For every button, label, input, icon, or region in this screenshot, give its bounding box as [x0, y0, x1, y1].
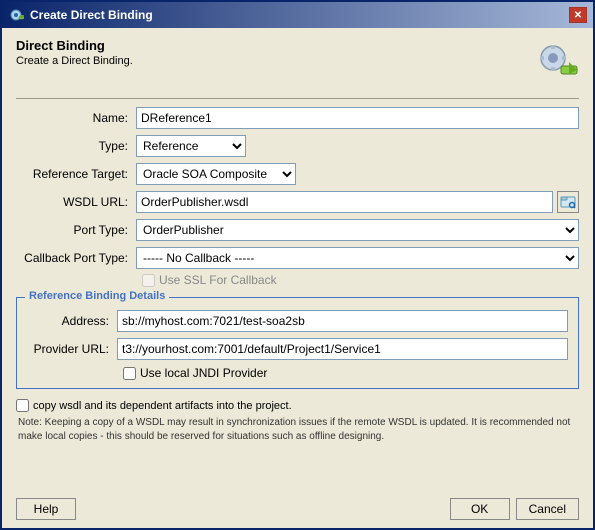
cancel-button[interactable]: Cancel: [516, 498, 579, 520]
ok-cancel-group: OK Cancel: [450, 498, 579, 520]
jndi-row: Use local JNDI Provider: [119, 366, 568, 380]
wsdl-url-row: [136, 191, 579, 213]
address-label: Address:: [27, 314, 117, 328]
port-type-select[interactable]: OrderPublisher: [136, 219, 579, 241]
header-row: Direct Binding Create a Direct Binding.: [16, 38, 579, 86]
browse-icon: [560, 194, 576, 210]
address-input[interactable]: [117, 310, 568, 332]
button-bar: Help OK Cancel: [2, 492, 593, 528]
jndi-checkbox[interactable]: [123, 367, 136, 380]
main-window: Create Direct Binding ✕ Direct Binding C…: [0, 0, 595, 530]
name-input[interactable]: [136, 107, 579, 129]
name-label: Name:: [16, 111, 136, 125]
header-text: Direct Binding Create a Direct Binding.: [16, 38, 133, 77]
type-select[interactable]: Reference Service: [136, 135, 246, 157]
titlebar-left: Create Direct Binding: [8, 7, 153, 23]
ref-target-row: Oracle SOA Composite: [136, 163, 579, 185]
wsdl-url-input[interactable]: [136, 191, 553, 213]
type-label: Type:: [16, 139, 136, 153]
use-ssl-label: Use SSL For Callback: [159, 273, 277, 287]
help-button[interactable]: Help: [16, 498, 76, 520]
ok-button[interactable]: OK: [450, 498, 510, 520]
copy-label: copy wsdl and its dependent artifacts in…: [33, 400, 292, 412]
form-grid: Name: Type: Reference Service Reference …: [16, 107, 579, 269]
wsdl-browse-button[interactable]: [557, 191, 579, 213]
type-row: Reference Service: [136, 135, 579, 157]
content-area: Direct Binding Create a Direct Binding. …: [2, 28, 593, 492]
ssl-row: Use SSL For Callback: [138, 273, 579, 287]
header-icon: [531, 38, 579, 86]
use-ssl-checkbox[interactable]: [142, 274, 155, 287]
copy-section: copy wsdl and its dependent artifacts in…: [16, 399, 579, 444]
section-desc: Create a Direct Binding.: [16, 55, 133, 67]
close-button[interactable]: ✕: [569, 7, 587, 23]
reference-binding-group: Reference Binding Details Address: Provi…: [16, 297, 579, 389]
copy-checkbox[interactable]: [16, 399, 29, 412]
copy-row: copy wsdl and its dependent artifacts in…: [16, 399, 579, 412]
window-icon: [8, 7, 24, 23]
group-form: Address: Provider URL:: [27, 310, 568, 360]
jndi-label: Use local JNDI Provider: [140, 366, 267, 380]
divider-top: [16, 98, 579, 99]
titlebar: Create Direct Binding ✕: [2, 2, 593, 28]
group-title: Reference Binding Details: [25, 290, 169, 302]
ref-target-label: Reference Target:: [16, 167, 136, 181]
provider-url-label: Provider URL:: [27, 342, 117, 356]
port-type-label: Port Type:: [16, 223, 136, 237]
section-title: Direct Binding: [16, 38, 133, 53]
callback-label: Callback Port Type:: [16, 251, 136, 265]
ref-target-select[interactable]: Oracle SOA Composite: [136, 163, 296, 185]
wsdl-url-label: WSDL URL:: [16, 195, 136, 209]
note-text: Note: Keeping a copy of a WSDL may resul…: [16, 416, 579, 444]
window-title: Create Direct Binding: [30, 8, 153, 22]
provider-url-input[interactable]: [117, 338, 568, 360]
ssl-checkbox-row: Use SSL For Callback: [138, 273, 579, 287]
callback-select[interactable]: ----- No Callback -----: [136, 247, 579, 269]
